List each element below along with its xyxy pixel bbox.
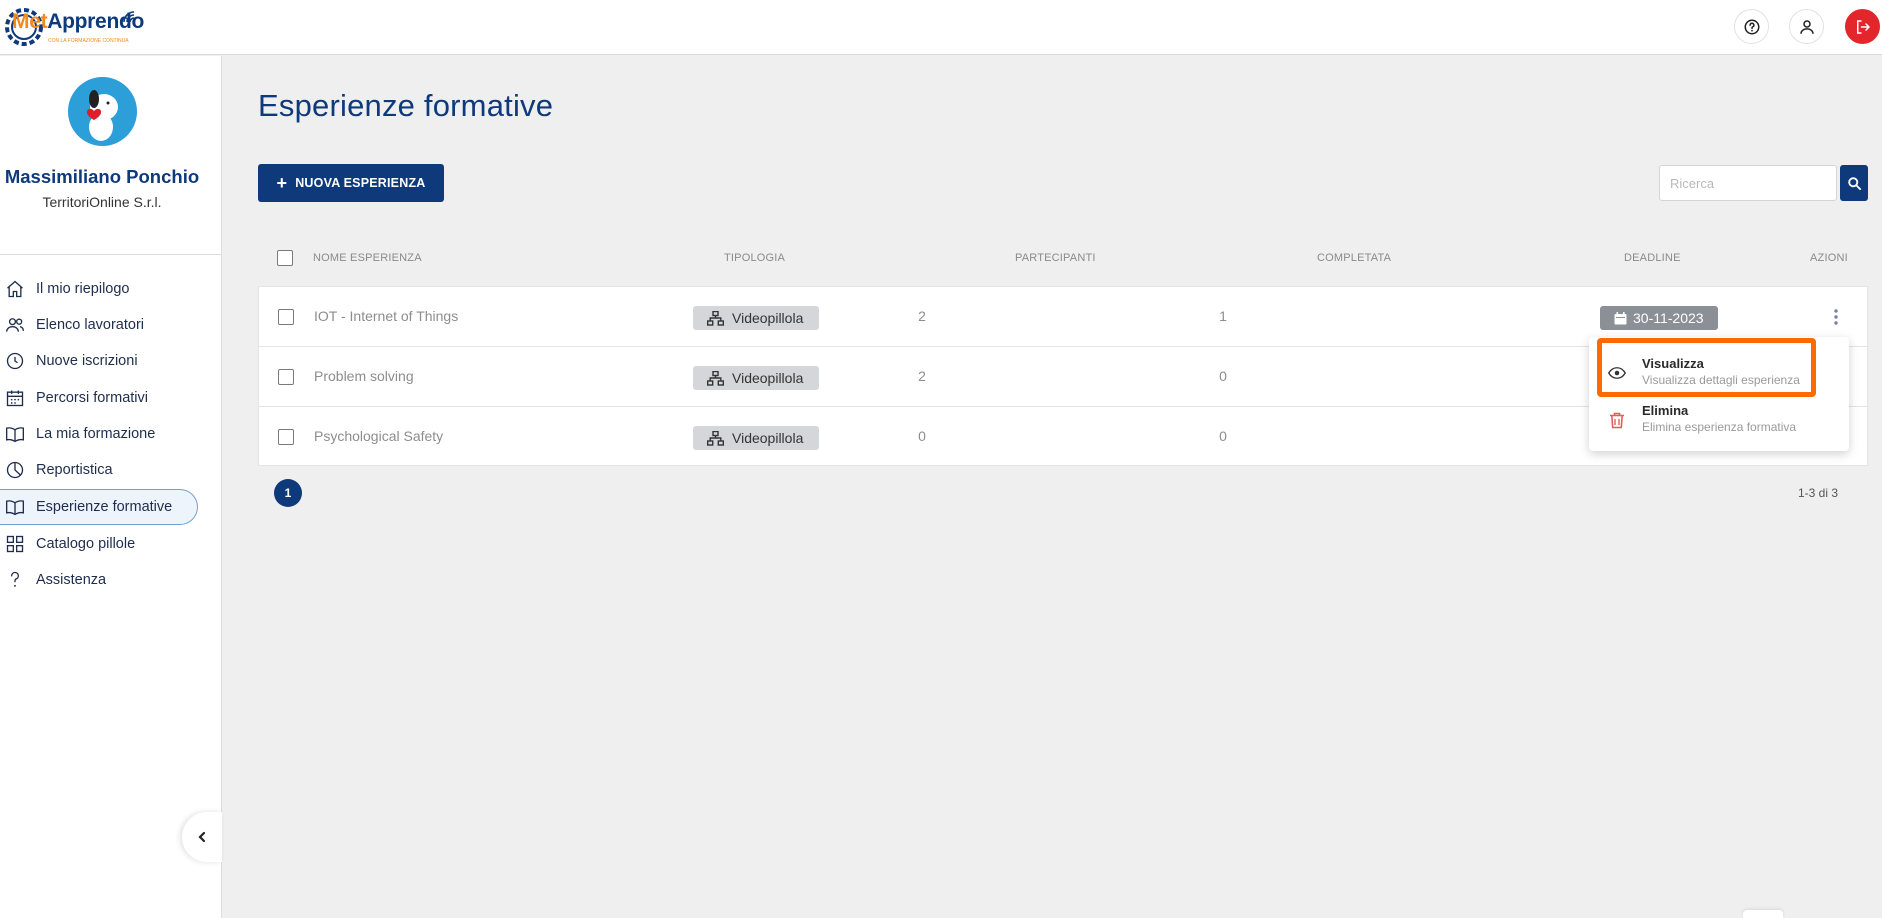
- experience-name[interactable]: IOT - Internet of Things: [314, 308, 458, 324]
- menu-item-title: Elimina: [1642, 403, 1689, 418]
- book-open-icon: [4, 423, 26, 445]
- search-button[interactable]: [1840, 165, 1868, 201]
- sidebar-item-label: Il mio riepilogo: [36, 281, 130, 297]
- participants-count: 2: [918, 368, 926, 384]
- type-label: Videopillola: [732, 430, 804, 446]
- deadline-date: 30-11-2023: [1633, 310, 1704, 326]
- logout-icon: [1856, 19, 1870, 34]
- metapprendo-logo[interactable]: MetApprendo CON LA FORMAZIONE CONTINUA: [2, 4, 144, 50]
- new-experience-button[interactable]: + NUOVA ESPERIENZA: [258, 164, 444, 202]
- sidebar-item-label: Reportistica: [36, 462, 113, 478]
- avatar[interactable]: [68, 77, 137, 146]
- type-label: Videopillola: [732, 310, 804, 326]
- completed-count: 0: [1219, 428, 1227, 444]
- help-circle-icon: [1744, 19, 1759, 34]
- sidebar-item-iscrizioni[interactable]: Nuove iscrizioni: [0, 343, 198, 379]
- top-bar: MetApprendo CON LA FORMAZIONE CONTINUA: [0, 0, 1882, 55]
- book-open-icon: [4, 496, 26, 518]
- column-header-actions: AZIONI: [1810, 252, 1848, 264]
- sidebar-item-catalogo[interactable]: Catalogo pillole: [0, 526, 198, 562]
- row-actions-menu: Visualizza Visualizza dettagli esperienz…: [1589, 337, 1849, 451]
- sitemap-icon: [707, 430, 724, 446]
- sidebar: Massimiliano Ponchio TerritoriOnline S.r…: [0, 56, 222, 918]
- menu-item-elimina[interactable]: Elimina Elimina esperienza formativa: [1589, 396, 1849, 446]
- user-icon: [1799, 19, 1814, 34]
- experience-name[interactable]: Psychological Safety: [314, 428, 443, 444]
- sidebar-item-assistenza[interactable]: Assistenza: [0, 562, 198, 598]
- plus-icon: +: [276, 173, 288, 193]
- type-badge: Videopillola: [693, 426, 819, 450]
- sidebar-item-reportistica[interactable]: Reportistica: [0, 452, 198, 488]
- type-label: Videopillola: [732, 370, 804, 386]
- column-header-name[interactable]: NOME ESPERIENZA: [313, 252, 422, 264]
- select-all-checkbox[interactable]: [277, 250, 293, 266]
- sidebar-item-lavoratori[interactable]: Elenco lavoratori: [0, 307, 198, 343]
- search-icon: [1847, 176, 1861, 190]
- column-header-deadline[interactable]: DEADLINE: [1624, 252, 1681, 264]
- clock-icon: [4, 350, 26, 372]
- sidebar-item-riepilogo[interactable]: Il mio riepilogo: [0, 271, 198, 307]
- calendar-icon: [1614, 311, 1627, 325]
- menu-item-title: Visualizza: [1642, 356, 1704, 371]
- completed-count: 1: [1219, 308, 1227, 324]
- sidebar-item-label: Elenco lavoratori: [36, 317, 144, 333]
- sidebar-item-formazione[interactable]: La mia formazione: [0, 416, 198, 452]
- signal-icon: [123, 11, 135, 23]
- page-button[interactable]: 1: [274, 479, 302, 507]
- sitemap-icon: [707, 370, 724, 386]
- pie-chart-icon: [4, 459, 26, 481]
- row-checkbox[interactable]: [278, 309, 294, 325]
- new-experience-label: NUOVA ESPERIENZA: [295, 176, 426, 190]
- logo-tagline: CON LA FORMAZIONE CONTINUA: [48, 38, 129, 44]
- sidebar-item-label: La mia formazione: [36, 426, 156, 442]
- column-header-completed[interactable]: COMPLETATA: [1317, 252, 1391, 264]
- logout-button[interactable]: [1845, 9, 1880, 44]
- page-title: Esperienze formative: [258, 88, 554, 123]
- row-checkbox[interactable]: [278, 429, 294, 445]
- type-badge: Videopillola: [693, 306, 819, 330]
- more-vertical-icon: [1834, 309, 1838, 325]
- column-header-participants[interactable]: PARTECIPANTI: [1015, 252, 1096, 264]
- participants-count: 2: [918, 308, 926, 324]
- profile-button[interactable]: [1789, 9, 1824, 44]
- user-name: Massimiliano Ponchio: [4, 166, 200, 187]
- search-input[interactable]: [1659, 165, 1837, 201]
- completed-count: 0: [1219, 368, 1227, 384]
- sidebar-item-label: Esperienze formative: [36, 499, 173, 515]
- menu-item-visualizza[interactable]: Visualizza Visualizza dettagli esperienz…: [1589, 349, 1849, 399]
- row-actions-button[interactable]: [1826, 307, 1846, 327]
- calendar-icon: [4, 387, 26, 409]
- help-button[interactable]: [1734, 9, 1769, 44]
- user-company: TerritoriOnline S.r.l.: [42, 194, 162, 210]
- sidebar-item-label: Nuove iscrizioni: [36, 353, 138, 369]
- menu-item-subtitle: Elimina esperienza formativa: [1642, 420, 1797, 434]
- sidebar-divider: [0, 254, 222, 255]
- row-checkbox[interactable]: [278, 369, 294, 385]
- sidebar-item-label: Assistenza: [36, 572, 107, 588]
- users-icon: [4, 314, 26, 336]
- participants-count: 0: [918, 428, 926, 444]
- eye-icon: [1607, 363, 1627, 383]
- sidebar-item-label: Catalogo pillole: [36, 536, 136, 552]
- home-icon: [4, 278, 26, 300]
- grid-icon: [4, 533, 26, 555]
- chevron-left-icon: [198, 831, 206, 843]
- sidebar-item-esperienze[interactable]: Esperienze formative: [0, 489, 198, 525]
- avatar-image: [86, 90, 118, 141]
- sidebar-item-label: Percorsi formativi: [36, 390, 148, 406]
- deadline-badge: 30-11-2023: [1600, 306, 1718, 330]
- floating-widget-tab[interactable]: [1743, 910, 1783, 918]
- column-header-type[interactable]: TIPOLOGIA: [724, 252, 785, 264]
- type-badge: Videopillola: [693, 366, 819, 390]
- sitemap-icon: [707, 310, 724, 326]
- question-icon: [4, 569, 26, 591]
- menu-item-subtitle: Visualizza dettagli esperienza: [1642, 373, 1800, 387]
- pagination-info: 1-3 di 3: [1798, 486, 1839, 500]
- trash-icon: [1607, 410, 1627, 430]
- sidebar-item-percorsi[interactable]: Percorsi formativi: [0, 380, 198, 416]
- experience-name[interactable]: Problem solving: [314, 368, 414, 384]
- table-header: NOME ESPERIENZA TIPOLOGIA PARTECIPANTI C…: [258, 244, 1868, 274]
